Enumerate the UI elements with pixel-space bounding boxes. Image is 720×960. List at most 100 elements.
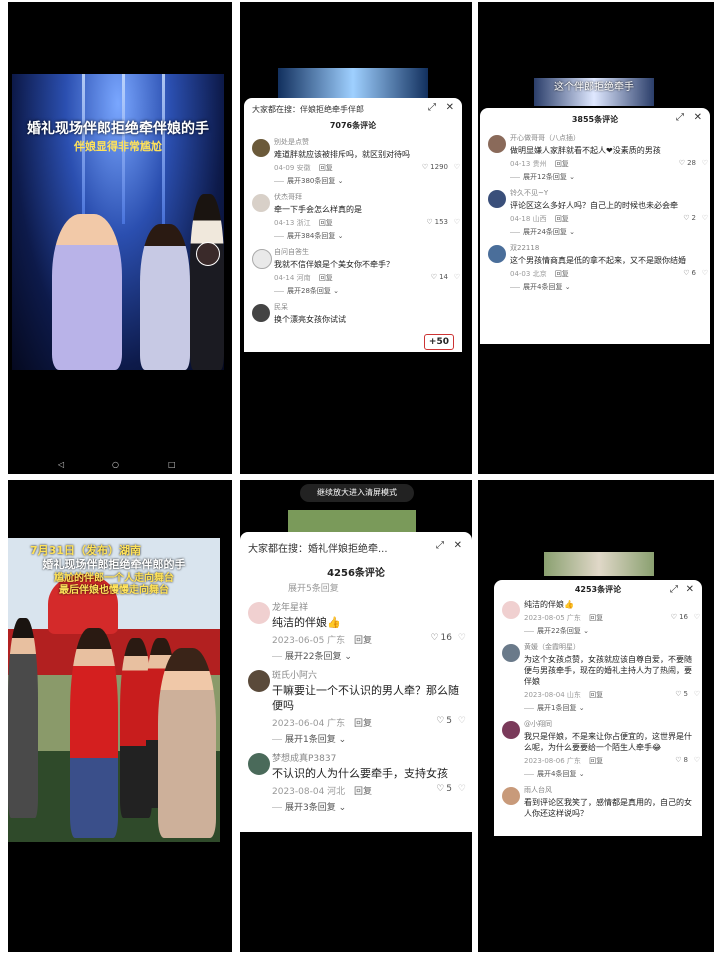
search-suggestion[interactable]: 大家都在搜：婚礼伴娘拒绝牵... xyxy=(248,540,388,555)
comment-username[interactable]: 伏杰哥拜 xyxy=(274,192,462,202)
expand-replies-button[interactable]: 展开3条回复 ⌄ xyxy=(272,800,472,813)
dislike-icon[interactable]: ♡ xyxy=(454,273,460,281)
like-button[interactable]: ♡ 153 xyxy=(426,218,448,226)
expand-replies-button[interactable]: 展开5条回复 xyxy=(240,581,472,594)
dislike-icon[interactable]: ♡ xyxy=(694,690,700,698)
comment-username[interactable]: 别处是点赞 xyxy=(274,137,462,147)
comment-username[interactable]: 雨人台风 xyxy=(524,785,702,795)
dislike-icon[interactable]: ♡ xyxy=(454,163,460,171)
dislike-icon[interactable]: ♡ xyxy=(694,613,700,621)
dislike-icon[interactable]: ♡ xyxy=(702,269,708,277)
expand-replies-button[interactable]: 展开380条回复 ⌄ xyxy=(274,176,462,186)
like-count: 5 xyxy=(446,784,452,794)
comment-username[interactable]: 民呆 xyxy=(274,302,462,312)
dislike-icon[interactable]: ♡ xyxy=(458,784,466,794)
video-thumbnail[interactable] xyxy=(278,68,428,98)
avatar[interactable] xyxy=(502,601,520,619)
reply-button[interactable]: 回复 xyxy=(319,164,333,172)
like-button[interactable]: ♡ 5 xyxy=(436,716,452,726)
close-icon[interactable]: ✕ xyxy=(686,584,694,595)
avatar[interactable] xyxy=(502,787,520,805)
like-button[interactable]: ♡ 16 xyxy=(430,633,452,643)
stage-video-frame[interactable]: 婚礼现场伴郎拒绝牵伴娘的手 伴娘显得非常尴尬 xyxy=(12,74,224,370)
dislike-icon[interactable]: ♡ xyxy=(458,716,466,726)
outdoor-video-frame[interactable]: 7月31日（发布）湖南 婚礼现场伴郎拒绝牵伴郎的手 尴尬的伴郎一个人走向舞台 最… xyxy=(8,538,220,842)
comment-username[interactable]: 双22118 xyxy=(510,243,710,253)
expand-replies-button[interactable]: 展开22条回复 ⌄ xyxy=(272,649,472,662)
avatar[interactable] xyxy=(248,670,270,692)
expand-replies-button[interactable]: 展开28条回复 ⌄ xyxy=(274,286,462,296)
video-thumbnail[interactable] xyxy=(288,510,416,532)
comment-item: @小翔同 我只是伴娘，不是来让你占便宜的，这世界是什么呢，为什么要要给一个陌生人… xyxy=(494,719,702,779)
back-nav-icon[interactable]: ◁ xyxy=(58,460,64,469)
like-button[interactable]: ♡ 16 xyxy=(671,613,688,621)
expand-replies-button[interactable]: 展开24条回复 ⌄ xyxy=(510,227,710,237)
expand-replies-button[interactable]: 展开22条回复 ⌄ xyxy=(524,626,702,636)
avatar[interactable] xyxy=(252,139,270,157)
close-icon[interactable]: ✕ xyxy=(694,112,702,123)
expand-replies-button[interactable]: 展开1条回复 ⌄ xyxy=(524,703,702,713)
expand-icon[interactable]: ⤢ xyxy=(436,540,444,551)
expand-replies-button[interactable]: 展开384条回复 ⌄ xyxy=(274,231,462,241)
dislike-icon[interactable]: ♡ xyxy=(694,756,700,764)
comment-username[interactable]: 龙年星祥 xyxy=(272,600,472,613)
like-button[interactable]: ♡ 28 xyxy=(679,159,696,167)
avatar[interactable] xyxy=(502,721,520,739)
reply-button[interactable]: 回复 xyxy=(555,270,569,278)
comments-panel-1: 大家都在搜：伴娘拒绝牵手伴郎 ⤢ ✕ 7076条评论 别处是点赞 难道胖就应该被… xyxy=(240,2,472,474)
reply-button[interactable]: 回复 xyxy=(354,787,372,797)
close-icon[interactable]: ✕ xyxy=(446,102,454,113)
creator-avatar[interactable] xyxy=(196,242,220,266)
plus-fifty-badge[interactable]: +50 xyxy=(423,334,454,350)
comment-username[interactable]: 梦想成真P3837 xyxy=(272,751,472,764)
avatar[interactable] xyxy=(252,304,270,322)
avatar[interactable] xyxy=(488,135,506,153)
expand-replies-button[interactable]: 展开4条回复 ⌄ xyxy=(524,769,702,779)
expand-icon[interactable]: ⤢ xyxy=(428,102,436,113)
reply-button[interactable]: 回复 xyxy=(589,614,603,622)
close-icon[interactable]: ✕ xyxy=(454,540,462,551)
reply-button[interactable]: 回复 xyxy=(589,691,603,699)
reply-button[interactable]: 回复 xyxy=(319,274,333,282)
like-button[interactable]: ♡ 14 xyxy=(431,273,448,281)
like-button[interactable]: ♡ 5 xyxy=(436,784,452,794)
like-button[interactable]: ♡ 1290 xyxy=(422,163,448,171)
comment-username[interactable]: 铃久不见~Y xyxy=(510,188,710,198)
like-button[interactable]: ♡ 2 xyxy=(683,214,696,222)
avatar[interactable] xyxy=(248,602,270,624)
dislike-icon[interactable]: ♡ xyxy=(458,633,466,643)
video-thumbnail[interactable] xyxy=(544,552,654,576)
expand-replies-button[interactable]: 展开1条回复 ⌄ xyxy=(272,732,472,745)
avatar[interactable] xyxy=(252,249,272,269)
comment-username[interactable]: @小翔同 xyxy=(524,719,702,729)
like-button[interactable]: ♡ 6 xyxy=(683,269,696,277)
avatar[interactable] xyxy=(488,245,506,263)
search-suggestion[interactable]: 大家都在搜：伴娘拒绝牵手伴郎 xyxy=(252,104,364,115)
avatar[interactable] xyxy=(502,644,520,662)
comment-username[interactable]: 开心做哥哥（八点插） xyxy=(510,133,710,143)
reply-button[interactable]: 回复 xyxy=(319,219,333,227)
expand-icon[interactable]: ⤢ xyxy=(676,112,684,123)
comment-username[interactable]: 黄媛（金霞明星） xyxy=(524,642,702,652)
dislike-icon[interactable]: ♡ xyxy=(702,214,708,222)
home-nav-icon[interactable]: ○ xyxy=(112,460,119,469)
expand-replies-button[interactable]: 展开12条回复 ⌄ xyxy=(510,172,710,182)
avatar[interactable] xyxy=(248,753,270,775)
comment-username[interactable]: 斑氏小阿六 xyxy=(272,668,472,681)
like-button[interactable]: ♡ 5 xyxy=(675,690,688,698)
dislike-icon[interactable]: ♡ xyxy=(454,218,460,226)
avatar[interactable] xyxy=(488,190,506,208)
like-button[interactable]: ♡ 8 xyxy=(675,756,688,764)
reply-button[interactable]: 回复 xyxy=(589,757,603,765)
video-thumbnail[interactable]: 这个伴郎拒绝牵手 xyxy=(534,78,654,106)
reply-button[interactable]: 回复 xyxy=(555,160,569,168)
dislike-icon[interactable]: ♡ xyxy=(702,159,708,167)
expand-replies-button[interactable]: 展开4条回复 ⌄ xyxy=(510,282,710,292)
reply-button[interactable]: 回复 xyxy=(354,719,372,729)
expand-icon[interactable]: ⤢ xyxy=(670,584,678,595)
avatar[interactable] xyxy=(252,194,270,212)
reply-button[interactable]: 回复 xyxy=(354,636,372,646)
recents-nav-icon[interactable]: □ xyxy=(168,460,176,469)
comment-username[interactable]: 自问自答生 xyxy=(274,247,462,257)
reply-button[interactable]: 回复 xyxy=(555,215,569,223)
